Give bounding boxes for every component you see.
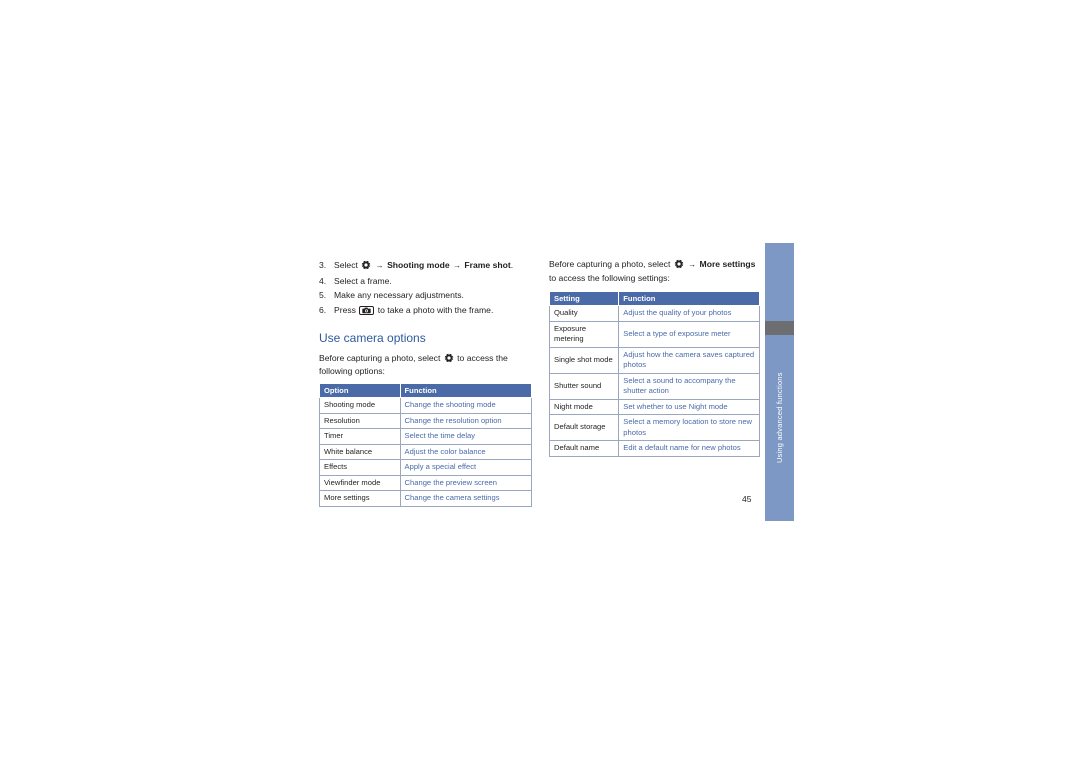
column-header-setting: Setting [548,291,620,306]
table-row: Night mode Set whether to use Night mode [548,398,760,415]
option-function: Change the resolution option [399,412,533,429]
step-number: 3. [319,260,327,270]
option-function: Select the time delay [399,428,533,445]
arrow-glyph-2: → [453,261,461,270]
page-title: Use camera options [319,331,426,345]
right-intro-before: Before capturing a photo, select [549,259,671,269]
setting-name: Night mode [548,398,620,415]
setting-function: Select a memory location to store new ph… [618,414,760,441]
step-period: . [510,260,514,270]
step-text: Select [334,260,358,270]
option-name: White balance [319,443,401,460]
setting-name: Shutter sound [548,372,620,400]
left-intro-before: Before capturing a photo, select [319,353,441,363]
left-intro-paragraph: Before capturing a photo, select to acce… [319,352,532,377]
setting-function: Select a type of exposure meter [618,320,760,348]
table-row: Default storage Select a memory location… [548,414,760,441]
right-column: Before capturing a photo, select → More … [548,258,760,457]
setting-function: Adjust the quality of your photos [618,305,760,322]
option-function: Change the preview screen [399,474,533,491]
steps-list: 3. Select → Shooting mode → Frame shot. … [319,258,532,317]
setting-name: Single shot mode [548,346,620,374]
step-text-after: to take a photo with the frame. [377,304,494,315]
setting-name: Exposure metering [548,320,620,348]
table-row: Default name Edit a default name for new… [548,440,760,457]
step-text: Press [334,304,356,315]
gear-icon [444,353,454,363]
setting-name: Default storage [548,414,620,441]
right-intro-paragraph: Before capturing a photo, select → More … [549,258,760,284]
option-function: Change the camera settings [399,490,533,507]
list-item: 6. Press to take a photo with the frame. [319,303,532,318]
gear-icon [361,260,371,270]
option-function: Adjust the color balance [399,443,533,460]
option-function: Apply a special effect [399,459,533,476]
option-name: Shooting mode [319,397,401,414]
table-row: Quality Adjust the quality of your photo… [548,305,760,322]
camera-settings-table: Setting Function Quality Adjust the qual… [548,291,760,457]
option-name: Timer [319,428,401,445]
left-intro-line2: following options: [319,365,385,376]
step-number: 5. [319,290,327,300]
camera-options-table: Option Function Shooting mode Change the… [319,383,533,507]
arrow-glyph: → [688,260,697,269]
arrow-glyph: → [375,261,384,270]
left-column: 3. Select → Shooting mode → Frame shot. … [319,258,533,507]
option-function: Change the shooting mode [399,397,533,414]
setting-function: Edit a default name for new photos [618,440,760,457]
table-row: Timer Select the time delay [319,428,533,445]
option-name: Resolution [319,412,401,429]
table-row: Shutter sound Select a sound to accompan… [548,372,760,400]
option-name: Effects [319,459,401,476]
option-name: Viewfinder mode [319,474,401,491]
right-intro-after: to access the following settings: [549,272,670,283]
table-row: White balance Adjust the color balance [319,443,533,460]
column-header-option: Option [319,383,401,398]
list-item: 5. Make any necessary adjustments. [319,288,532,303]
column-header-function: Function [618,291,760,306]
table-row: Single shot mode Adjust how the camera s… [548,346,760,374]
setting-name: Quality [548,305,620,322]
step-bold-2: Frame shot [464,260,511,270]
table-header-row: Setting Function [548,291,760,306]
table-row: Exposure metering Select a type of expos… [548,320,760,348]
side-tab-notch [765,321,794,335]
gear-icon [674,259,684,269]
step-bold-1: Shooting mode [387,260,450,270]
table-row: More settings Change the camera settings [319,490,533,507]
camera-key-icon [359,305,375,315]
setting-function: Adjust how the camera saves captured pho… [618,346,760,374]
table-row: Viewfinder mode Change the preview scree… [319,474,533,491]
setting-name: Default name [548,440,620,457]
option-name: More settings [319,490,401,507]
step-number: 4. [319,275,327,286]
list-item: 3. Select → Shooting mode → Frame shot. [319,258,532,274]
column-header-function: Function [399,383,533,398]
table-row: Resolution Change the resolution option [319,412,533,429]
right-intro-bold: More [699,259,721,269]
side-tab-label: Using advanced functions [775,372,784,464]
document-page: Using advanced functions 45 3. Select → … [0,0,1080,763]
step-text: Select a frame. [334,275,392,286]
right-intro-bold2: settings [722,259,756,269]
step-text: Make any necessary adjustments. [334,290,464,300]
table-row: Effects Apply a special effect [319,459,533,476]
setting-function: Select a sound to accompany the shutter … [618,372,760,400]
side-tab: Using advanced functions [765,243,794,521]
left-intro-after: to access the [457,353,508,363]
setting-function: Set whether to use Night mode [618,398,760,415]
table-row: Shooting mode Change the shooting mode [319,397,533,414]
list-item: 4. Select a frame. [319,274,532,289]
page-number: 45 [742,494,752,504]
table-header-row: Option Function [319,383,533,398]
step-number: 6. [319,304,327,315]
